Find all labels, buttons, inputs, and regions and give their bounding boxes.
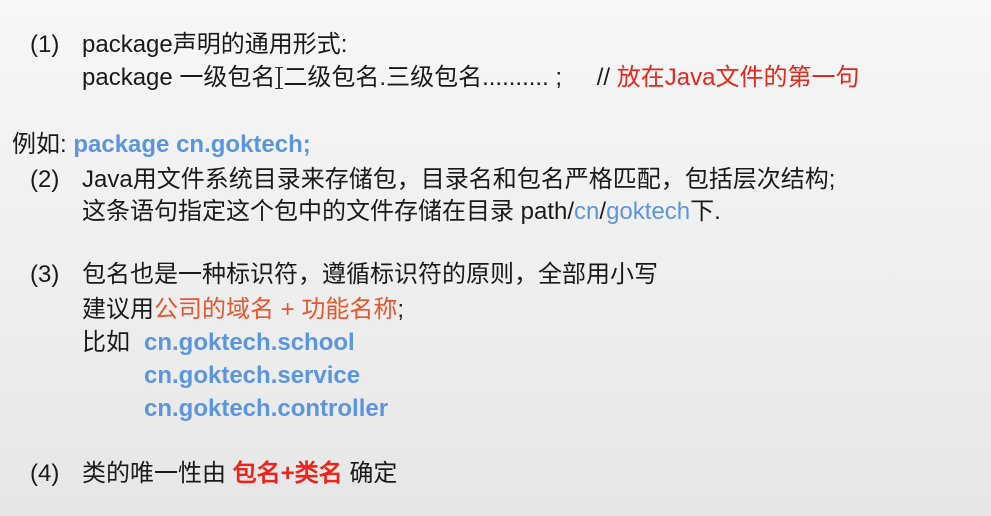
example-line: 例如: package cn.goktech; bbox=[12, 130, 311, 160]
section2-line1: (2) Java用文件系统目录来存储包，目录名和包名严格匹配，包括层次结构; bbox=[30, 165, 835, 195]
text-cursor-icon bbox=[275, 67, 284, 89]
suggest-prefix: 建议用 bbox=[82, 296, 154, 323]
uniqueness-highlight: 包名+类名 bbox=[232, 460, 343, 487]
path-prefix: 这条语句指定这个包中的文件存储在目录 path/ bbox=[82, 198, 575, 225]
section3-text: 包名也是一种标识符，遵循标识符的原则，全部用小写 bbox=[82, 261, 658, 288]
suggest-suffix: ; bbox=[397, 296, 405, 323]
syntax-rest: 二级包名.三级包名.......... ; bbox=[283, 64, 563, 91]
section4-line: (4) 类的唯一性由 包名+类名 确定 bbox=[30, 459, 397, 489]
example-package-controller: cn.goktech.controller bbox=[144, 395, 389, 422]
example-package-school: cn.goktech.school bbox=[144, 329, 355, 356]
section1-title: package声明的通用形式: bbox=[82, 31, 348, 58]
path-goktech: goktech bbox=[606, 198, 691, 225]
section-number: (2) bbox=[30, 166, 60, 193]
section2-line2: 这条语句指定这个包中的文件存储在目录 path/cn/goktech下. bbox=[82, 197, 721, 227]
package-syntax-line: package 一级包名 二级包名.三级包名.......... ; // 放在J… bbox=[82, 63, 859, 93]
suggest-highlight: 公司的域名 + 功能名称 bbox=[154, 296, 398, 323]
examples-label: 比如 bbox=[82, 329, 130, 356]
path-suffix: 下. bbox=[690, 198, 721, 225]
syntax-prefix: package 一级包名 bbox=[82, 64, 276, 91]
comment-slashes: // bbox=[596, 64, 611, 91]
section-number: (4) bbox=[30, 460, 60, 487]
example-label: 例如: bbox=[12, 131, 67, 158]
uniqueness-prefix: 类的唯一性由 bbox=[82, 460, 226, 487]
path-cn: cn bbox=[574, 198, 600, 225]
examples-line: 比如 bbox=[82, 328, 130, 358]
section2-text: Java用文件系统目录来存储包，目录名和包名严格匹配，包括层次结构; bbox=[82, 166, 836, 193]
section3-line2: 建议用公司的域名 + 功能名称; bbox=[82, 295, 404, 325]
section4-content: 类的唯一性由 包名+类名 确定 bbox=[82, 459, 397, 489]
comment-text: 放在Java文件的第一句 bbox=[616, 64, 860, 91]
example-package-service: cn.goktech.service bbox=[144, 362, 361, 389]
uniqueness-suffix: 确定 bbox=[349, 460, 398, 487]
section-number: (1) bbox=[30, 31, 60, 58]
section1-heading: (1) package声明的通用形式: bbox=[30, 30, 347, 60]
section3-line1: (3) 包名也是一种标识符，遵循标识符的原则，全部用小写 bbox=[30, 260, 658, 290]
section-number: (3) bbox=[30, 261, 60, 288]
example-code: package cn.goktech; bbox=[73, 131, 311, 158]
